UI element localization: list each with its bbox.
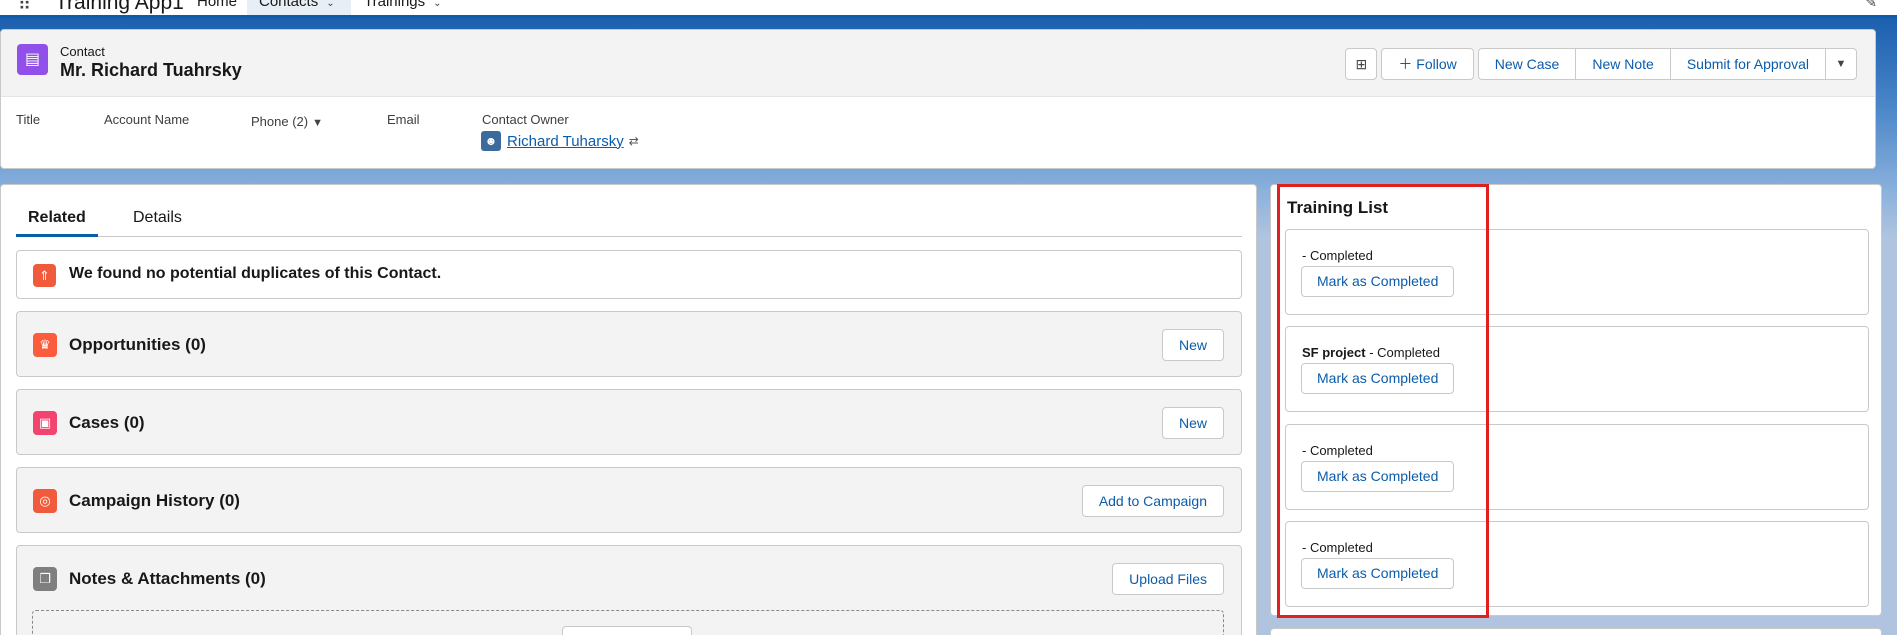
briefcase-icon: ▣ — [33, 411, 57, 435]
submit-for-approval-button[interactable]: Submit for Approval — [1669, 48, 1826, 80]
upload-files-dropzone-button[interactable] — [562, 626, 692, 635]
related-list-campaign-history: ◎ Campaign History (0) Add to Campaign — [16, 467, 1242, 533]
chevron-down-icon[interactable]: ⌄ — [326, 0, 334, 9]
upload-files-button[interactable]: Upload Files — [1112, 563, 1224, 595]
account-name-field-label: Account Name — [104, 112, 190, 127]
new-opportunity-button[interactable]: New — [1161, 329, 1224, 361]
crown-icon: ♛ — [33, 333, 57, 357]
more-actions-button[interactable]: ▼ — [1825, 48, 1857, 80]
entity-type-label: Contact — [60, 44, 105, 59]
training-list-title: Training List — [1287, 198, 1389, 217]
training-status: - Completed — [1302, 248, 1373, 263]
follow-button[interactable]: ＋ Follow — [1381, 48, 1474, 80]
mark-as-completed-button[interactable]: Mark as Completed — [1301, 461, 1455, 492]
record-header-top: ▤ Contact Mr. Richard Tuahrsky ⊞ ＋ Follo… — [1, 30, 1875, 97]
list-item: - Completed Mark as Completed — [1285, 424, 1869, 510]
add-to-campaign-button[interactable]: Add to Campaign — [1081, 485, 1224, 517]
list-item: - Completed Mark as Completed — [1285, 521, 1869, 607]
email-field-label: Email — [387, 112, 420, 127]
nav-item-label: Contacts — [259, 0, 319, 10]
tab-related[interactable]: Related — [16, 207, 98, 237]
file-icon: ❐ — [33, 567, 57, 591]
plus-icon: ＋ — [1398, 56, 1413, 72]
training-name: SF project — [1302, 345, 1366, 360]
change-owner-icon[interactable]: ⇄ — [629, 134, 639, 148]
new-note-button[interactable]: New Note — [1575, 48, 1671, 80]
tab-details[interactable]: Details — [121, 207, 194, 237]
edit-nav-icon[interactable]: ✎ — [1865, 0, 1877, 11]
mark-as-completed-button[interactable]: Mark as Completed — [1301, 558, 1455, 589]
avatar: ☻ — [481, 131, 501, 151]
hierarchy-button[interactable]: ⊞ — [1345, 48, 1378, 80]
phone-label-text: Phone (2) — [251, 114, 309, 129]
record-highlights-panel: ▤ Contact Mr. Richard Tuahrsky ⊞ ＋ Follo… — [0, 29, 1876, 169]
record-name: Mr. Richard Tuahrsky — [60, 60, 242, 80]
highlight-fields: Title Account Name Phone (2) ▼ Email Cont… — [1, 97, 1875, 169]
chevron-down-icon: ▼ — [1835, 58, 1847, 70]
chevron-down-icon[interactable]: ⌄ — [433, 0, 441, 9]
nav-item-trainings[interactable]: Trainings ⌄ — [364, 0, 442, 10]
hierarchy-icon: ⊞ — [1355, 56, 1368, 72]
top-navigation-bar: ⠿ Training App1 Home Contacts ⌄ Trainings… — [0, 0, 1897, 18]
new-case-related-button[interactable]: New — [1161, 407, 1224, 439]
app-name: Training App1 — [55, 0, 184, 14]
nav-item-contacts[interactable]: Contacts ⌄ — [247, 0, 351, 15]
training-status-line: - Completed — [1302, 248, 1373, 263]
training-status: - Completed — [1365, 345, 1440, 360]
owner-link[interactable]: Richard Tuharsky — [507, 133, 624, 150]
list-item: SF project - Completed Mark as Completed — [1285, 326, 1869, 412]
related-list-cases: ▣ Cases (0) New — [16, 389, 1242, 455]
nav-item-label: Trainings — [364, 0, 426, 10]
follow-label: Follow — [1416, 56, 1457, 72]
related-list-title[interactable]: Campaign History (0) — [69, 491, 240, 511]
nav-item-home[interactable]: Home — [197, 0, 237, 10]
mark-as-completed-button[interactable]: Mark as Completed — [1301, 363, 1455, 394]
related-list-title[interactable]: Notes & Attachments (0) — [69, 569, 266, 589]
training-status-line: SF project - Completed — [1302, 345, 1440, 360]
related-list-opportunities: ♛ Opportunities (0) New — [16, 311, 1242, 377]
contact-icon: ▤ — [17, 44, 48, 75]
training-status-line: - Completed — [1302, 443, 1373, 458]
training-list-card: Training List - Completed Mark as Comple… — [1270, 184, 1882, 616]
contact-owner-value: ☻ Richard Tuharsky ⇄ — [481, 131, 639, 151]
list-item: - Completed Mark as Completed — [1285, 229, 1869, 315]
new-case-button[interactable]: New Case — [1477, 48, 1577, 80]
mark-as-completed-button[interactable]: Mark as Completed — [1301, 266, 1455, 297]
related-list-title[interactable]: Opportunities (0) — [69, 335, 206, 355]
duplicates-box: ⇑ We found no potential duplicates of th… — [16, 250, 1242, 299]
title-field-label: Title — [16, 112, 41, 127]
action-button-group: New Case New Note Submit for Approval ▼ — [1477, 48, 1857, 80]
related-card: Related Details ⇑ We found no potential … — [0, 184, 1257, 635]
record-tabs: Related Details — [16, 207, 1242, 237]
chevron-down-icon[interactable]: ▼ — [312, 117, 323, 129]
training-status-line: - Completed — [1302, 540, 1373, 555]
training-status: - Completed — [1302, 443, 1373, 458]
phone-field-label[interactable]: Phone (2) ▼ — [251, 114, 323, 129]
record-actions: ⊞ ＋ Follow New Case New Note Submit for … — [1345, 48, 1857, 80]
secondary-side-card — [1270, 628, 1882, 635]
target-icon: ◎ — [33, 489, 57, 513]
duplicates-message: We found no potential duplicates of this… — [69, 265, 442, 282]
contact-owner-field-label: Contact Owner — [482, 112, 569, 127]
app-launcher-icon[interactable]: ⠿ — [18, 0, 32, 15]
training-status: - Completed — [1302, 540, 1373, 555]
related-list-title[interactable]: Cases (0) — [69, 413, 145, 433]
duplicate-icon: ⇑ — [33, 264, 56, 287]
